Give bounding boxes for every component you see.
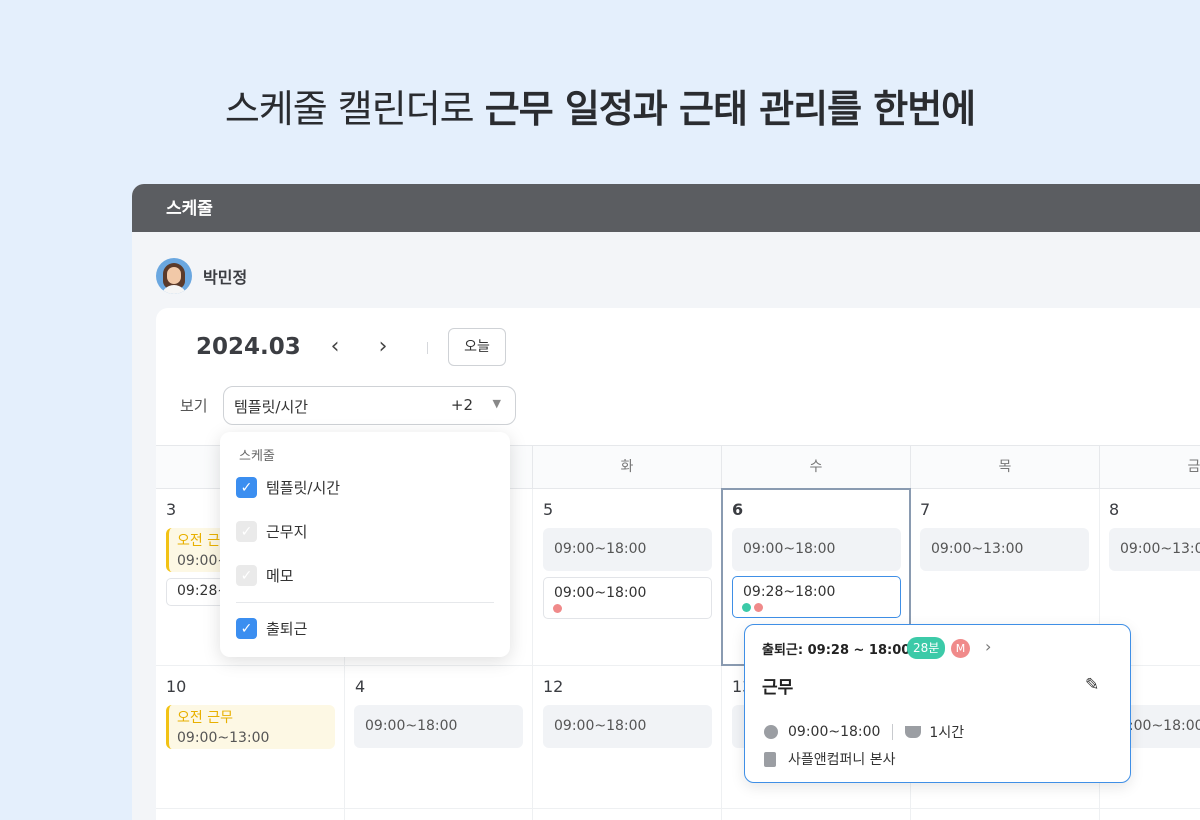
checkbox-disabled-icon[interactable]: ✓ xyxy=(236,521,257,542)
attendance-record[interactable]: 09:00~18:00 xyxy=(543,577,712,619)
today-button[interactable]: 오늘 xyxy=(448,328,506,366)
schedule-slot[interactable]: 09:00~18:00 xyxy=(732,528,901,571)
day-number[interactable]: 7 xyxy=(920,500,930,519)
grid-line xyxy=(156,808,1200,809)
schedule-slot[interactable]: 09:00~13:00 xyxy=(1109,528,1200,571)
weekday-tue: 화 xyxy=(532,446,721,489)
window-title: 스케줄 xyxy=(132,184,1200,232)
weekday-wed: 수 xyxy=(721,446,910,489)
view-label: 보기 xyxy=(180,397,208,415)
grid-line xyxy=(532,489,533,820)
option-label: 출퇴근 xyxy=(266,620,308,638)
weekday-thu: 목 xyxy=(910,446,1099,489)
popover-place: 사플앤컴퍼니 본사 xyxy=(788,752,896,768)
attendance-detail-popover: 출퇴근: 09:28 ~ 18:00 28분 M › 근무 ✎ 09:00~18… xyxy=(744,624,1131,783)
schedule-slot[interactable]: 09:00~18:00 xyxy=(354,705,523,748)
attendance-time: 09:28~18:00 xyxy=(743,584,836,600)
dropdown-divider xyxy=(236,602,494,603)
absent-dot xyxy=(553,604,562,613)
dropdown-section-title: 스케줄 xyxy=(239,449,275,464)
checkbox-disabled-icon[interactable]: ✓ xyxy=(236,565,257,586)
shift-time: 09:00~13:00 xyxy=(177,730,270,746)
option-label: 근무지 xyxy=(266,523,308,541)
absent-dot xyxy=(754,603,763,612)
late-dot xyxy=(742,603,751,612)
chevron-down-icon: ▼ xyxy=(492,397,501,410)
headline-bold: 근무 일정과 근태 관리를 한번에 xyxy=(484,87,976,131)
avatar[interactable] xyxy=(156,258,192,294)
popover-title: 근무 xyxy=(762,678,794,698)
marker-badge: M xyxy=(951,639,970,658)
view-options-dropdown: 스케줄 ✓ 템플릿/시간 ✓ 근무지 ✓ 메모 ✓ 출퇴근 xyxy=(220,432,510,657)
next-month-button[interactable]: › xyxy=(368,332,398,362)
building-icon xyxy=(764,751,776,767)
late-badge: 28분 xyxy=(907,637,946,659)
option-label: 메모 xyxy=(266,567,294,585)
option-template-time[interactable]: ✓ 템플릿/시간 xyxy=(236,477,340,498)
option-label: 템플릿/시간 xyxy=(266,479,341,497)
popover-time: 09:00~18:00 xyxy=(788,724,881,740)
popover-time-row: 09:00~18:00 1시간 xyxy=(764,722,964,742)
attendance-time: 09:00~18:00 xyxy=(554,585,647,601)
row-divider xyxy=(892,724,894,740)
prev-month-button[interactable]: ‹ xyxy=(320,332,350,362)
weekday-fri: 금 xyxy=(1099,446,1200,489)
current-month: 2024.03 xyxy=(196,334,301,360)
schedule-slot[interactable]: 09:00~18:00 xyxy=(543,705,712,748)
day-number[interactable]: 4 xyxy=(355,677,365,696)
headline-normal: 스케줄 캘린더로 xyxy=(224,87,485,131)
option-workplace[interactable]: ✓ 근무지 xyxy=(236,521,307,542)
day-number[interactable]: 10 xyxy=(166,677,186,696)
toolbar-divider xyxy=(427,342,428,354)
chevron-right-icon[interactable]: › xyxy=(985,637,991,656)
option-memo[interactable]: ✓ 메모 xyxy=(236,565,294,586)
day-number[interactable]: 5 xyxy=(543,500,553,519)
page-headline: 스케줄 캘린더로 근무 일정과 근태 관리를 한번에 xyxy=(0,78,1200,133)
view-select-value: 템플릿/시간 xyxy=(234,398,309,416)
user-name: 박민정 xyxy=(203,268,248,287)
pencil-icon[interactable]: ✎ xyxy=(1085,675,1099,695)
view-select[interactable]: 템플릿/시간 +2 ▼ xyxy=(223,386,516,425)
option-attendance[interactable]: ✓ 출퇴근 xyxy=(236,618,307,639)
popover-break: 1시간 xyxy=(929,725,965,741)
clock-icon xyxy=(764,725,778,739)
popover-header: 출퇴근: 09:28 ~ 18:00 xyxy=(762,643,911,658)
checkbox-checked-icon[interactable]: ✓ xyxy=(236,477,257,498)
user-row: 박민정 xyxy=(156,258,247,294)
attendance-record-selected[interactable]: 09:28~18:00 xyxy=(732,576,901,618)
shift-title: 오전 근무 xyxy=(177,710,233,726)
day-number[interactable]: 3 xyxy=(166,500,176,519)
day-number[interactable]: 6 xyxy=(732,500,743,519)
shift-block[interactable]: 오전 근무 09:00~13:00 xyxy=(166,705,335,749)
checkbox-checked-icon[interactable]: ✓ xyxy=(236,618,257,639)
day-number[interactable]: 12 xyxy=(543,677,563,696)
day-number[interactable]: 8 xyxy=(1109,500,1119,519)
popover-place-row: 사플앤컴퍼니 본사 xyxy=(764,749,896,769)
coffee-cup-icon xyxy=(905,726,922,738)
schedule-slot[interactable]: 09:00~18:00 xyxy=(543,528,712,571)
schedule-slot[interactable]: 09:00~13:00 xyxy=(920,528,1089,571)
view-select-count: +2 xyxy=(450,396,473,414)
